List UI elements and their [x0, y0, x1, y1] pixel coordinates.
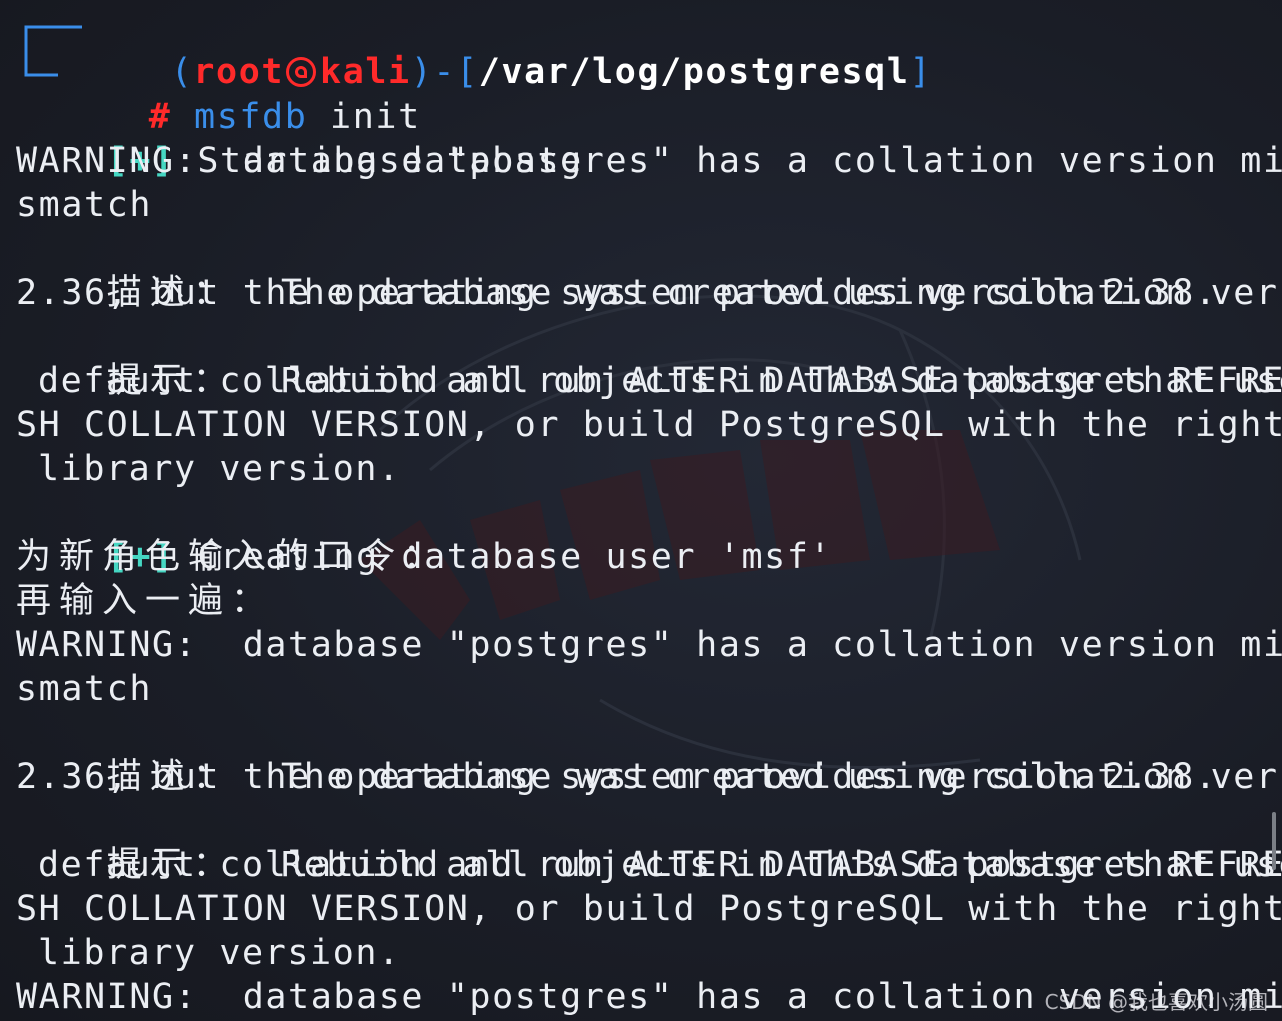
detail-line: 描述： The database was created using colla…	[16, 711, 1282, 797]
password-prompt: 为新角色输入的口令：	[16, 537, 447, 577]
prompt-close-bracket: ]	[909, 52, 933, 92]
prompt-separator: )-[	[410, 52, 479, 92]
hint-line-cont: default collation and run ALTER DATABASE…	[38, 361, 1282, 401]
terminal-window[interactable]: (root kali)-[/var/log/postgresql] # msfdb…	[0, 0, 1282, 1021]
prompt-path: /var/log/postgresql	[478, 52, 910, 92]
warning-line-cont: smatch	[16, 185, 153, 225]
warning-line: WARNING: database "postgres" has a colla…	[16, 141, 1282, 181]
password-confirm-prompt: 再输入一遍：	[16, 581, 275, 621]
hint-line-cont: SH COLLATION VERSION, or build PostgreSQ…	[16, 889, 1282, 929]
hint-line-cont: library version.	[38, 933, 401, 973]
status-line: [+] Creating database user 'msf'	[16, 491, 832, 577]
status-line: [+] Starting database	[16, 95, 583, 181]
hint-line-cont: library version.	[38, 449, 401, 489]
command-line[interactable]: # msfdb init	[58, 51, 421, 137]
hint-line: 提示： Rebuild all objects in this database…	[16, 315, 1282, 401]
detail-line-cont: 2.36, but the operating system provides …	[16, 273, 1218, 313]
hint-line-cont: default collation and run ALTER DATABASE…	[38, 845, 1282, 885]
scrollbar-thumb[interactable]	[1272, 812, 1276, 870]
hint-line-cont: SH COLLATION VERSION, or build PostgreSQ…	[16, 405, 1282, 445]
warning-line: WARNING: database "postgres" has a colla…	[16, 625, 1282, 665]
csdn-watermark: CSDN @我也喜欢小汤圆	[1044, 990, 1268, 1014]
detail-line-cont: 2.36, but the operating system provides …	[16, 757, 1218, 797]
hint-line: 提示： Rebuild all objects in this database…	[16, 799, 1282, 885]
warning-line-cont: smatch	[16, 669, 153, 709]
detail-line: 描述： The database was created using colla…	[16, 227, 1282, 313]
prompt-header: (root kali)-[/var/log/postgresql]	[80, 6, 932, 92]
